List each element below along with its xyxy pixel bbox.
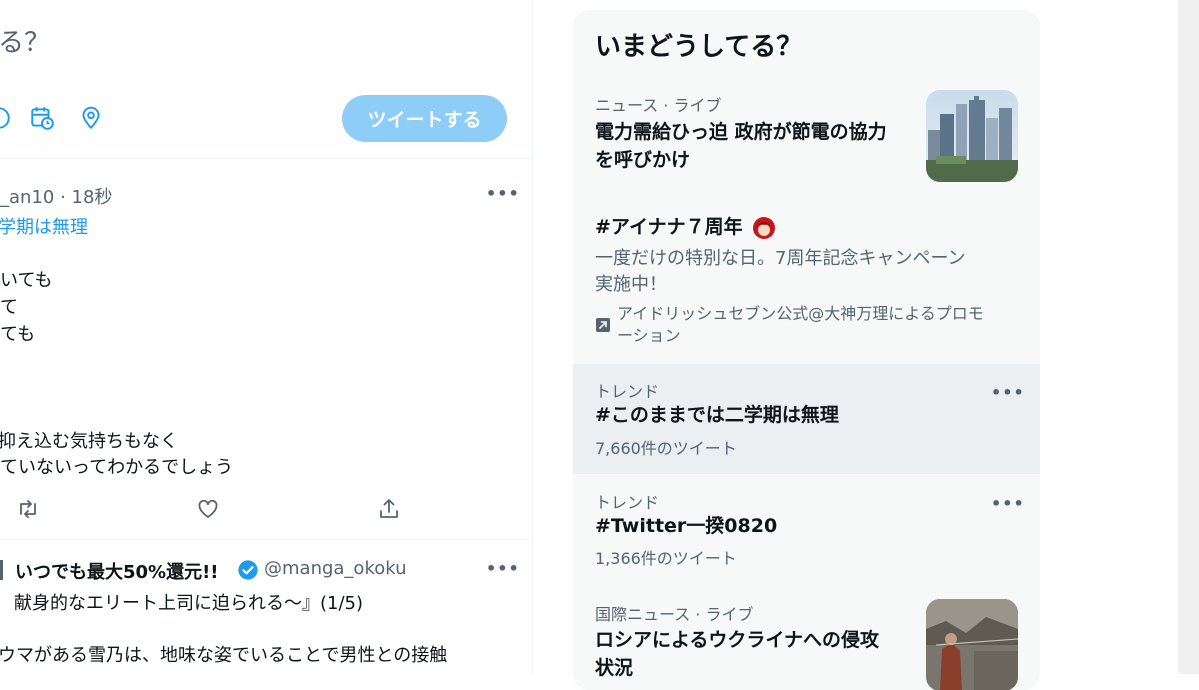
compose-input[interactable]: る？ [0,22,50,59]
divider [0,158,532,159]
like-icon[interactable] [196,497,220,521]
promoted-by-line: アイドリッシュセブン公式@大神万理によるプロモ [617,304,984,323]
trend-headline-line: を呼びかけ [595,149,691,171]
trend-category: トレンド [595,493,660,512]
tweet-text-line: 抑え込む気持ちもなく [0,431,178,452]
tweet-text-line: ても [0,324,36,345]
character-emoji-icon [753,217,775,239]
tweet-text-line: ていないってわかるでしょう [0,457,234,478]
trends-panel: いまどうしてる？ ニュース · ライブ 電力需給ひっ迫 政府が節電の協力 を呼び… [573,10,1040,690]
trend-tweet-count: 1,366件のツイート [595,549,737,568]
tweet-text-line: て [0,297,18,318]
trend-headline: #アイナナ７周年 [595,216,743,238]
trend-thumbnail [926,599,1018,690]
trend-category: ニュース · ライブ [595,96,722,115]
more-options-icon[interactable]: ••• [991,383,1025,402]
location-icon[interactable] [78,104,104,132]
tweet-button[interactable]: ツイートする [342,95,507,142]
trend-category: トレンド [595,382,660,401]
schedule-icon[interactable] [29,104,55,132]
verified-badge-icon [238,560,258,580]
trend-category: 国際ニュース · ライブ [595,605,754,624]
trend-headline-line: 状況 [595,657,634,679]
share-icon[interactable] [377,497,401,521]
trend-headline: #Twitter一揆0820 [595,515,778,537]
trend-tweet-count: 7,660件のツイート [595,439,737,458]
more-options-icon[interactable]: ••• [486,184,520,203]
tweet-handle-time[interactable]: _an10 · 18秒 [0,183,112,209]
tweet-body: ウマがある雪乃は、地味な姿でいることで男性との接触 [0,645,448,666]
promoted-by-line: ーション [617,326,681,345]
tweet-subtitle: 献身的なエリート上司に迫られる～』(1/5) [14,593,364,614]
scrollbar-track[interactable] [1178,0,1199,674]
tweet-author-handle[interactable]: @manga_okoku [264,558,407,579]
promo-text-line: 一度だけの特別な日。7周年記念キャンペーン [595,248,966,269]
tweet-author-name[interactable]: いつでも最大50%還元!! [15,558,219,584]
trends-title: いまどうしてる？ [595,32,803,62]
more-options-icon[interactable]: ••• [991,494,1025,513]
trend-thumbnail [926,90,1018,182]
emoji-icon[interactable] [0,104,12,132]
tweet-text-line: いても [0,270,53,291]
trend-headline-line: 電力需給ひっ迫 政府が節電の協力 [595,121,887,143]
promoted-icon [596,318,610,332]
tweet-hashtag[interactable]: 学期は無理 [0,213,88,239]
trend-headline: #このままでは二学期は無理 [595,404,839,426]
trend-headline-line: ロシアによるウクライナへの侵攻 [595,629,880,651]
promo-text-line: 実施中！ [595,274,667,295]
timeline-column: る？ ツイートする _an10 · 18秒 ••• 学期は無理 いても て ても… [0,0,533,674]
avatar-edge [0,560,3,580]
more-options-icon[interactable]: ••• [486,559,520,578]
retweet-icon[interactable] [16,497,40,521]
divider [0,539,532,540]
